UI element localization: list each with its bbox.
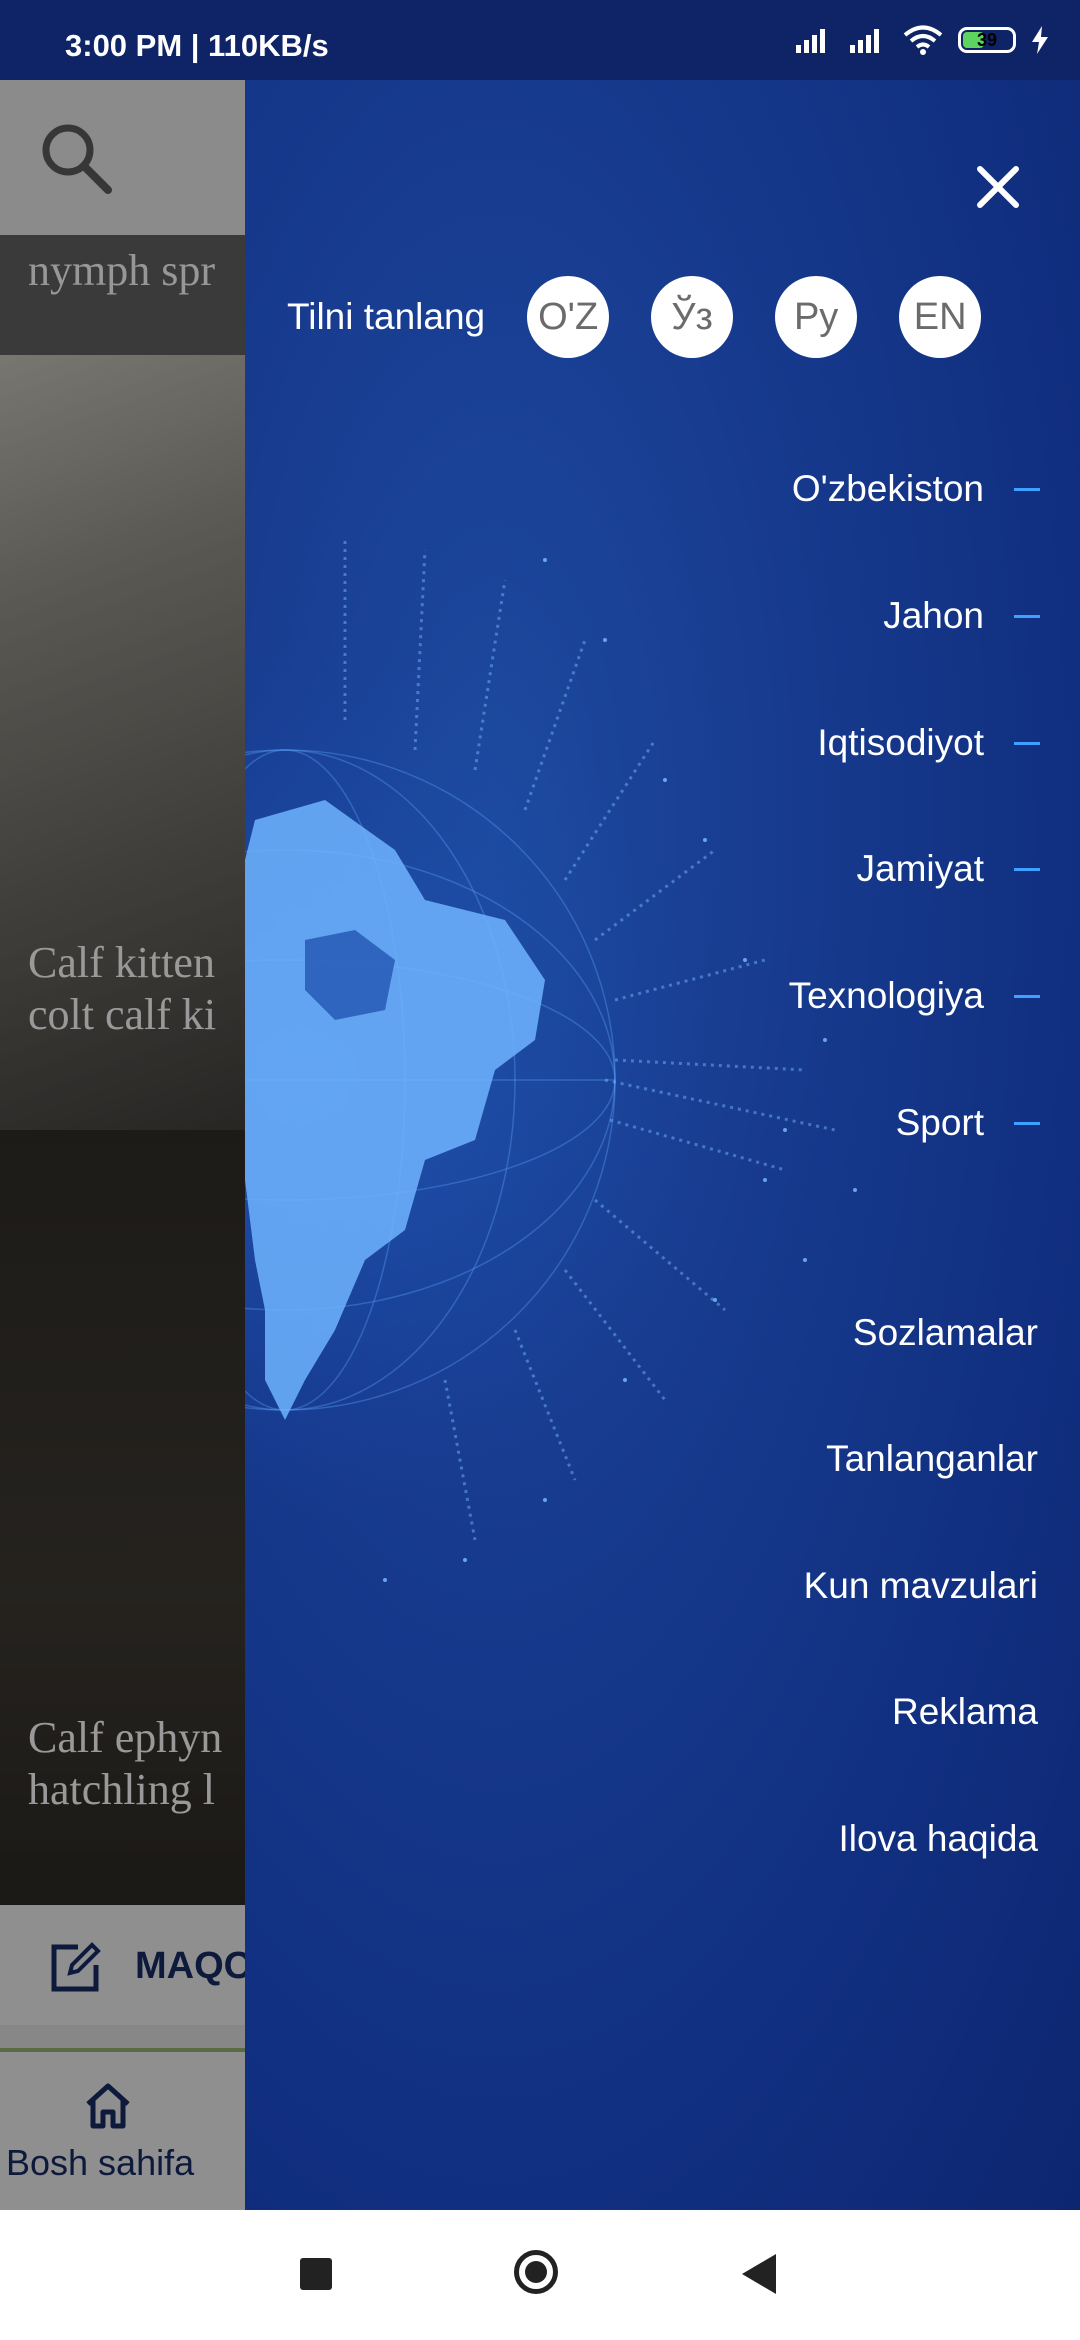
globe-illustration xyxy=(245,540,857,1582)
status-icons: 39 xyxy=(794,24,1050,56)
navigation-drawer: Tilni tanlang O'Z Ўз Ру EN O'zbekiston J… xyxy=(245,80,1080,2210)
dash-icon xyxy=(1014,487,1040,491)
menu-item-label: Iqtisodiyot xyxy=(817,722,984,763)
menu-item-label: Jamiyat xyxy=(856,848,984,889)
menu-item-economy[interactable]: Iqtisodiyot xyxy=(817,722,1040,764)
menu-item-society[interactable]: Jamiyat xyxy=(857,848,1040,890)
menu-item-saved[interactable]: Tanlanganlar xyxy=(826,1438,1038,1480)
menu-item-label: Texnologiya xyxy=(788,975,984,1016)
signal-icon xyxy=(796,29,825,53)
menu-item-sport[interactable]: Sport xyxy=(896,1102,1040,1144)
back-icon[interactable] xyxy=(742,2254,776,2294)
language-option-en[interactable]: EN xyxy=(899,276,982,358)
language-label: Tilni tanlang xyxy=(287,296,486,337)
menu-item-topics[interactable]: Kun mavzulari xyxy=(804,1565,1038,1607)
charging-icon xyxy=(1032,26,1048,54)
battery-level: 39 xyxy=(976,29,998,50)
menu-item-settings[interactable]: Sozlamalar xyxy=(853,1312,1038,1354)
menu-item-label: Jahon xyxy=(883,595,984,636)
recents-icon[interactable] xyxy=(300,2258,332,2290)
system-nav-bar xyxy=(0,2210,1080,2340)
language-option-uz-latin[interactable]: O'Z xyxy=(527,276,610,358)
signal-icon-2 xyxy=(850,29,879,53)
wifi-icon xyxy=(903,25,943,55)
language-selector: Tilni tanlang O'Z Ўз Ру EN xyxy=(287,275,982,359)
dash-icon xyxy=(1014,867,1040,871)
battery-icon: 39 xyxy=(958,27,1016,53)
dash-icon xyxy=(1014,741,1040,745)
drawer-scrim[interactable] xyxy=(0,80,245,2210)
dash-icon xyxy=(1014,1121,1040,1125)
home-button-icon[interactable] xyxy=(514,2250,558,2294)
menu-item-label: O'zbekiston xyxy=(791,468,984,509)
language-option-ru[interactable]: Ру xyxy=(775,276,858,358)
dash-icon xyxy=(1014,614,1040,618)
menu-item-advertising[interactable]: Reklama xyxy=(892,1691,1038,1733)
menu-item-technology[interactable]: Texnologiya xyxy=(789,975,1040,1017)
status-time: 3:00 PM | 110KB/s xyxy=(65,28,329,63)
menu-item-world[interactable]: Jahon xyxy=(883,595,1040,637)
dash-icon xyxy=(1014,994,1040,998)
status-bar: 3:00 PM | 110KB/s 39 xyxy=(0,0,1080,80)
menu-item-label: Sport xyxy=(895,1102,984,1143)
close-icon[interactable] xyxy=(966,155,1030,219)
language-option-uz-cyrillic[interactable]: Ўз xyxy=(651,276,734,358)
menu-item-about[interactable]: Ilova haqida xyxy=(838,1818,1038,1860)
menu-item-uzbekistan[interactable]: O'zbekiston xyxy=(792,468,1040,510)
